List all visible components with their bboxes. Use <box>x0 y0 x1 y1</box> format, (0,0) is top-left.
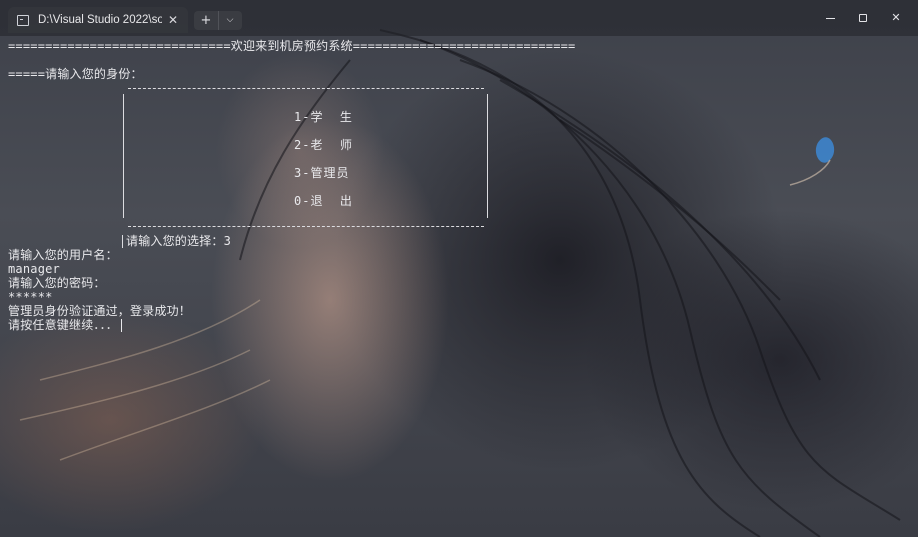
identity-prompt: =====请输入您的身份： <box>8 67 143 81</box>
menu-bottom-border <box>128 226 484 227</box>
console-output[interactable]: ==============================欢迎来到机房预约系统… <box>0 0 918 537</box>
continue-prompt-line: 请按任意键继续．．． <box>8 318 123 332</box>
login-success-message: 管理员身份验证通过，登录成功！ <box>8 304 192 318</box>
menu-right-border <box>487 94 488 218</box>
menu-item-admin: 3-管理员 <box>294 166 350 180</box>
choice-text: 请输入您的选择：3 <box>126 234 232 248</box>
text-cursor <box>121 319 123 332</box>
username-prompt: 请输入您的用户名： <box>8 248 118 262</box>
menu-item-teacher: 2-老 师 <box>294 138 353 152</box>
choice-border-tick <box>122 235 123 248</box>
continue-prompt: 请按任意键继续．．． <box>8 318 119 332</box>
menu-top-border <box>128 88 484 89</box>
choice-line: 请输入您的选择：3 <box>122 234 231 248</box>
menu-item-student: 1-学 生 <box>294 110 353 124</box>
password-value: ****** <box>8 290 53 304</box>
menu-left-border <box>123 94 124 218</box>
identity-menu-box: 1-学 生 2-老 师 3-管理员 0-退 出 <box>122 86 488 228</box>
username-value: manager <box>8 262 60 276</box>
password-prompt: 请输入您的密码： <box>8 276 106 290</box>
welcome-banner: ==============================欢迎来到机房预约系统… <box>8 39 576 53</box>
menu-item-exit: 0-退 出 <box>294 194 353 208</box>
